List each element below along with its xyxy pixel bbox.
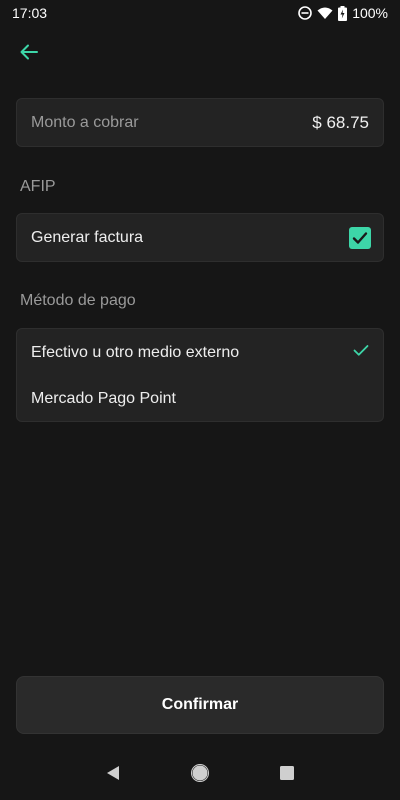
battery-percent: 100% [352,5,388,21]
amount-field[interactable]: Monto a cobrar $ 68.75 [16,98,384,147]
confirm-button[interactable]: Confirmar [16,676,384,734]
payment-option-label: Mercado Pago Point [31,390,176,407]
generate-invoice-toggle[interactable]: Generar factura [16,213,384,262]
amount-label: Monto a cobrar [31,113,139,131]
nav-recents-button[interactable] [269,757,305,793]
battery-charging-icon [338,5,348,21]
recents-square-icon [279,765,295,786]
back-triangle-icon [105,765,121,786]
nav-home-button[interactable] [182,757,218,793]
payment-method-list: Efectivo u otro medio externo Mercado Pa… [16,328,384,422]
status-icons: 100% [298,5,388,21]
payment-option-cash[interactable]: Efectivo u otro medio externo [17,330,383,376]
home-circle-icon [190,763,209,787]
generate-invoice-label: Generar factura [31,228,144,246]
system-nav-bar [0,750,400,800]
wifi-icon [317,7,333,20]
checkmark-icon [352,231,368,244]
check-icon [353,344,369,362]
arrow-left-icon [19,43,39,66]
back-button[interactable] [14,40,44,68]
nav-back-button[interactable] [95,757,131,793]
payment-method-section-label: Método de pago [20,292,136,309]
generate-invoice-checkbox[interactable] [349,226,371,249]
afip-section-label: AFIP [20,178,56,195]
amount-value: $ 68.75 [312,112,369,132]
status-time: 17:03 [12,5,48,21]
status-bar: 17:03 100% [0,0,400,26]
payment-option-label: Efectivo u otro medio externo [31,344,240,361]
do-not-disturb-icon [298,6,312,20]
payment-option-mercado-pago-point[interactable]: Mercado Pago Point [17,376,383,422]
